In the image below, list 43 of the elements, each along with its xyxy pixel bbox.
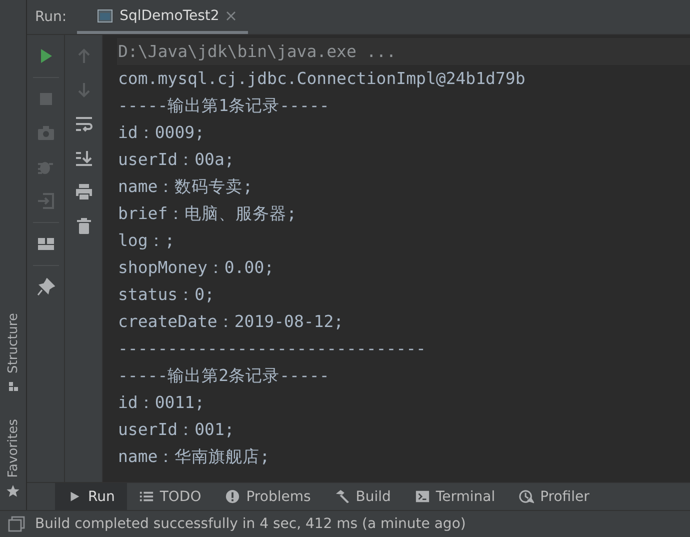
output-line: log：; (118, 230, 176, 252)
wrap-icon (74, 115, 92, 133)
terminal-icon (414, 489, 430, 504)
tool-window-tab[interactable]: TODO (126, 483, 214, 510)
panel-title: Run: (34, 9, 68, 27)
output-line: createDate：2019-08-12; (118, 311, 345, 333)
tool-window-tab[interactable]: Problems (213, 483, 323, 510)
printer-icon (74, 183, 92, 201)
window-icon (96, 9, 113, 23)
tool-window-tab[interactable]: Terminal (402, 483, 508, 510)
tool-window-tab[interactable]: Run (55, 483, 127, 510)
exclamation-icon (225, 489, 240, 504)
exit-icon (36, 192, 54, 210)
tool-window-tab[interactable]: Profiler (507, 483, 602, 510)
trash-icon (74, 217, 92, 235)
output-line: com.mysql.cj.jdbc.ConnectionImpl@24b1d79b (118, 68, 526, 90)
output-line: userId：001; (118, 419, 236, 441)
output-line: id：0011; (118, 392, 206, 414)
output-line: ------------------------------- (118, 338, 427, 360)
camera-icon (36, 124, 54, 142)
output-line: name：数码专卖; (118, 176, 254, 198)
star-icon (6, 484, 20, 498)
structure-icon (6, 379, 20, 394)
side-tab[interactable]: Structure (6, 312, 20, 394)
close-icon[interactable] (226, 11, 236, 21)
pin-icon (36, 278, 54, 296)
output-line: id：0009; (118, 122, 206, 144)
output-line: -----输出第2条记录----- (118, 365, 330, 387)
list-icon (138, 489, 154, 504)
output-line: shopMoney：0.00; (118, 257, 276, 279)
output-line: status：0; (118, 284, 216, 306)
output-line: userId：00a; (118, 149, 236, 171)
scroll-end-icon (74, 149, 92, 167)
layout-icon (36, 235, 54, 253)
windows-icon[interactable] (8, 516, 26, 532)
output-line: -----输出第1条记录----- (118, 95, 330, 117)
tool-window-tab[interactable]: Build (322, 483, 403, 510)
profiler-icon (519, 489, 534, 504)
side-tab[interactable]: Favorites (6, 419, 20, 498)
hammer-icon (334, 489, 350, 504)
status-message: Build completed successfully in 4 sec, 412 ms (a minute ago) (35, 516, 466, 532)
output-line: name：华南旗舰店; (118, 446, 271, 468)
output-line: brief：电脑、服务器; (118, 203, 298, 225)
